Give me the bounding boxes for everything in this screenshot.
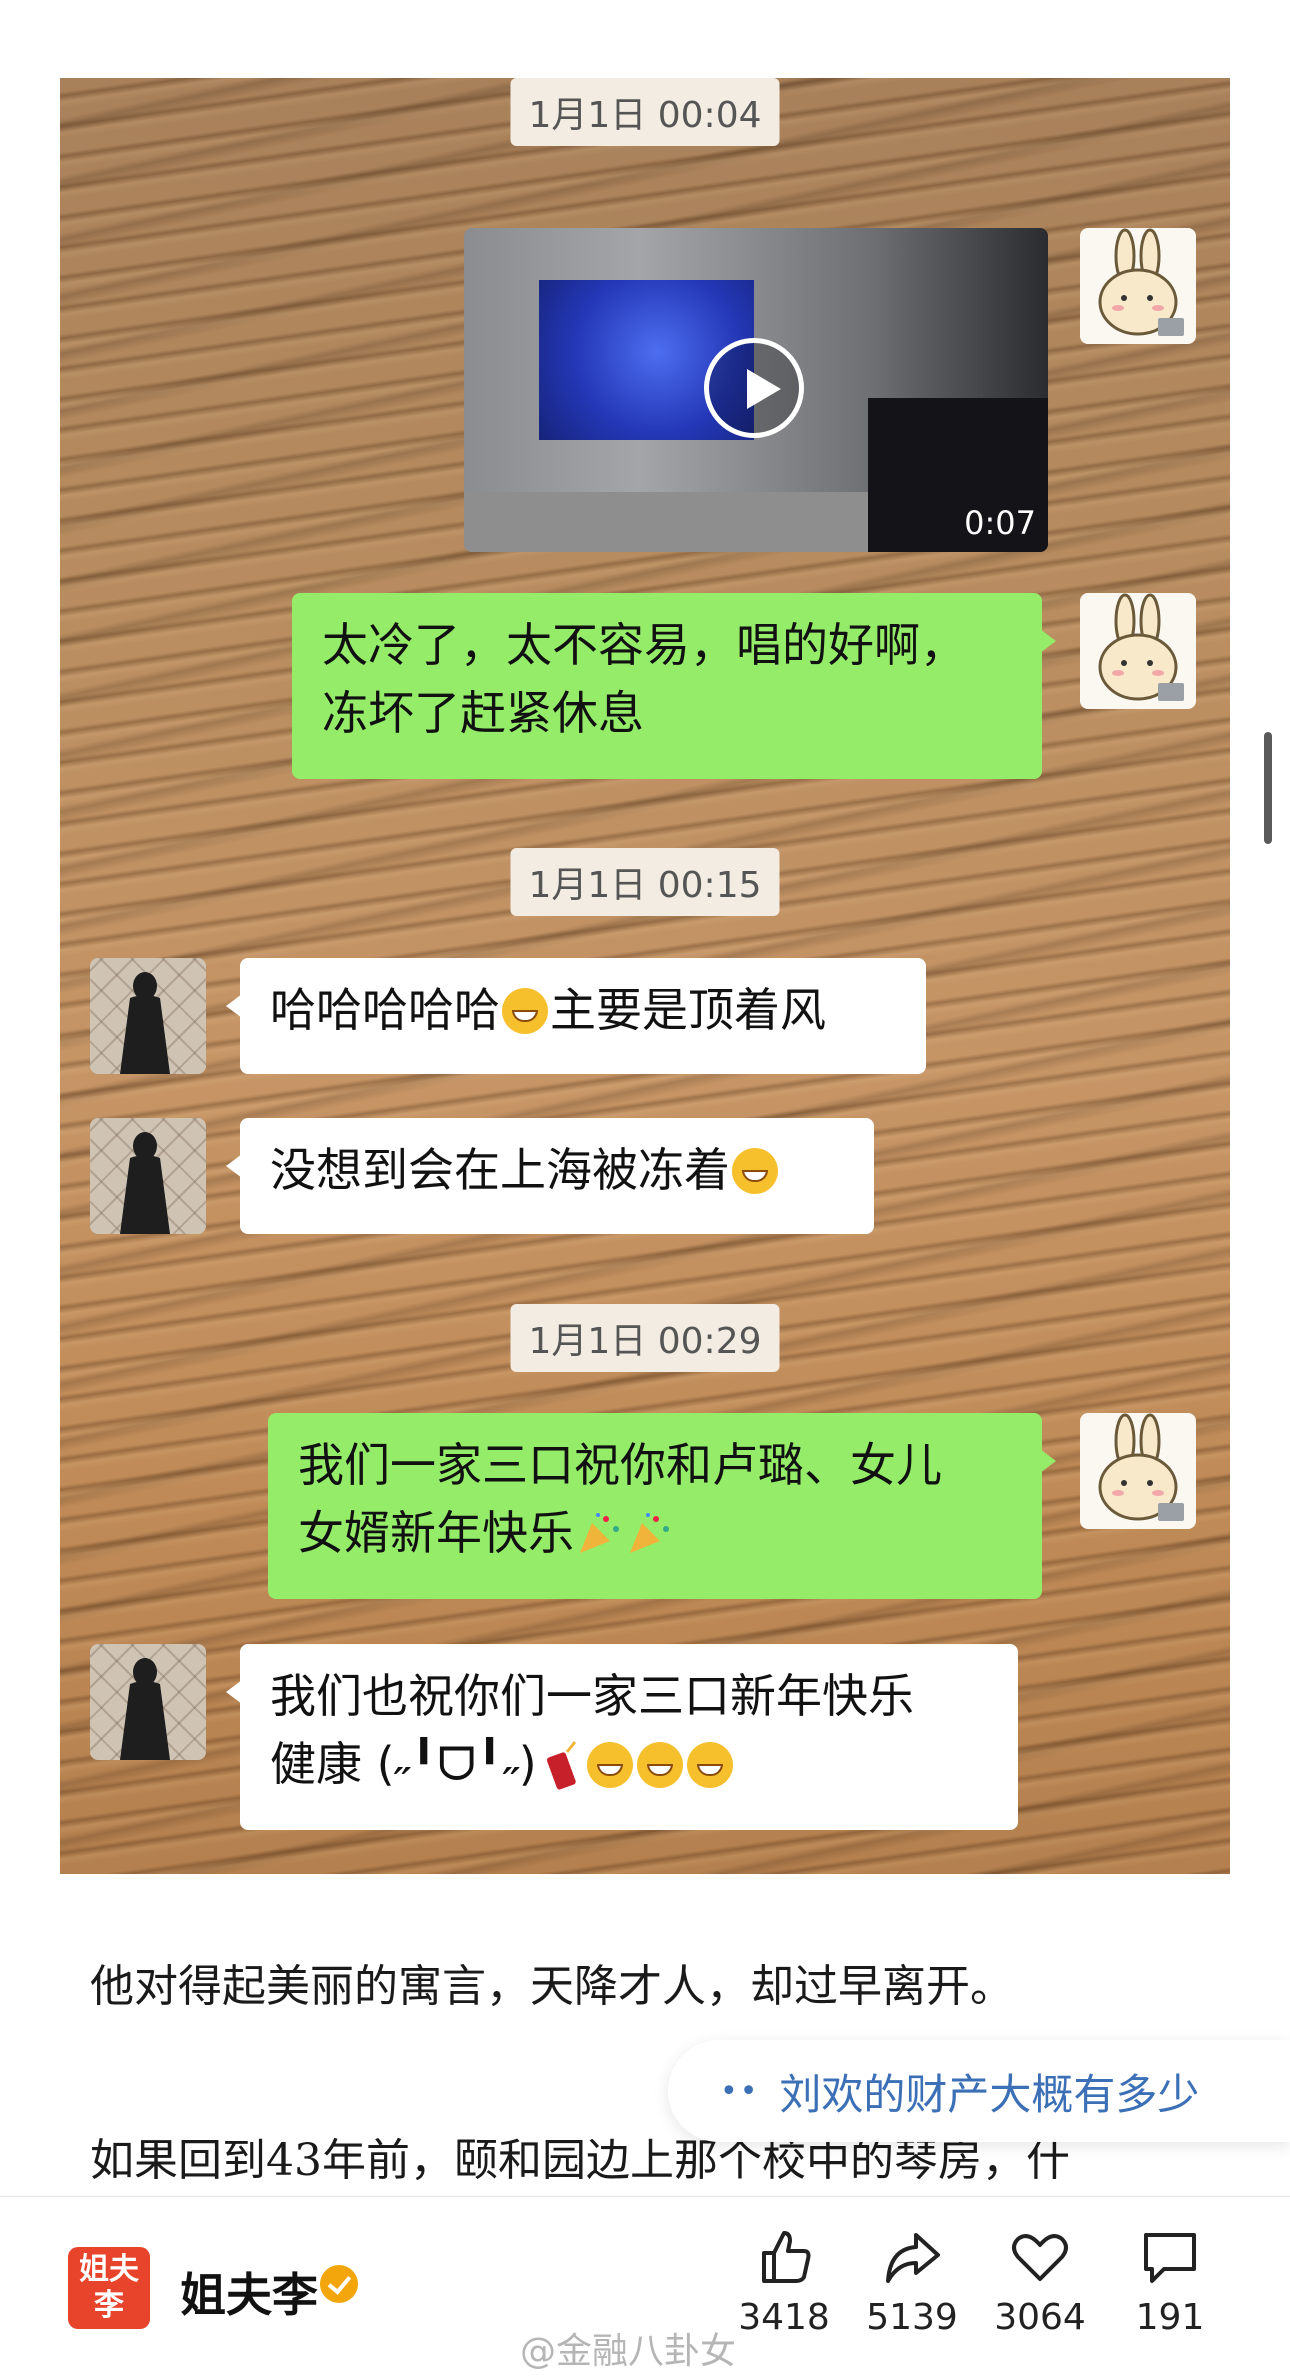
thumbs-up-icon (762, 2231, 811, 2283)
grinning-emoji-icon (586, 1742, 633, 1788)
rabbit-avatar-icon (1098, 593, 1184, 701)
message-line: 健康 (˶╹ᗜ╹˶) (270, 1737, 537, 1791)
avatar-shadow[interactable] (90, 1118, 206, 1234)
comment-count: 191 (1135, 2297, 1205, 2338)
related-search-text: 刘欢的财产大概有多少 (779, 2069, 1200, 2119)
chat-bubble-outgoing[interactable]: 我们一家三口祝你和卢璐、女儿 女婿新年快乐 (268, 1413, 1056, 1599)
crying-emoji-icon (732, 1148, 778, 1194)
play-icon[interactable] (704, 338, 804, 438)
avatar-shadow[interactable] (90, 1644, 206, 1760)
chat-bubble-incoming[interactable]: 哈哈哈哈哈 主要是顶着风 (226, 958, 926, 1074)
article-paragraph: 他对得起美丽的寓言，天降才人，却过早离开。 (90, 1961, 1014, 2012)
watermark: @金融八卦女 (520, 2331, 737, 2372)
chat-timestamp: 1月1日 00:15 (510, 848, 780, 916)
chat-screenshot-image: 1月1日 00:04 0:07 太冷了，太不容易，唱的好啊， 冻坏了赶紧休息 1… (60, 78, 1230, 1874)
comment-bubble-icon (1144, 2233, 1196, 2283)
chat-bubble-outgoing[interactable]: 太冷了，太不容易，唱的好啊， 冻坏了赶紧休息 (292, 593, 1056, 779)
avatar-shadow[interactable] (90, 958, 206, 1074)
avatar-rabbit[interactable] (1080, 1413, 1196, 1529)
suggestion-dots-icon: •• (720, 2073, 760, 2109)
video-duration: 0:07 (964, 504, 1036, 542)
avatar-rabbit[interactable] (1080, 593, 1196, 709)
author-logo[interactable]: 姐夫李 (68, 2247, 150, 2329)
scrollbar[interactable] (1264, 732, 1272, 844)
share-count: 5139 (866, 2297, 958, 2338)
grinning-emoji-icon (636, 1742, 683, 1788)
message-text: 哈哈哈哈哈 (270, 983, 500, 1037)
verified-badge-icon (320, 2265, 358, 2303)
message-line: 我们也祝你们一家三口新年快乐 (270, 1669, 914, 1723)
video-thumbnail-floor (464, 492, 884, 552)
author-name[interactable]: 姐夫李 (180, 2259, 318, 2325)
related-search-chip[interactable]: •• 刘欢的财产大概有多少 (668, 2040, 1290, 2142)
like-count: 3418 (738, 2297, 830, 2338)
party-popper-icon (580, 1513, 619, 1553)
chat-bubble-incoming[interactable]: 我们也祝你们一家三口新年快乐 健康 (˶╹ᗜ╹˶) (226, 1644, 1018, 1830)
firecracker-icon (546, 1741, 576, 1790)
favorite-button[interactable]: 3064 (980, 2227, 1100, 2338)
video-message[interactable]: 0:07 (464, 228, 1048, 552)
message-line: 冻坏了赶紧休息 (322, 686, 644, 740)
message-line: 太冷了，太不容易，唱的好啊， (322, 618, 966, 672)
grinning-emoji-icon (686, 1742, 733, 1788)
party-popper-icon (630, 1513, 669, 1553)
shadow-avatar-icon (120, 1132, 170, 1234)
message-text: 没想到会在上海被冻着 (270, 1143, 730, 1197)
comment-button[interactable]: 191 (1110, 2227, 1230, 2338)
favorite-count: 3064 (994, 2297, 1086, 2338)
laughing-crying-emoji-icon (502, 988, 548, 1034)
message-line: 我们一家三口祝你和卢璐、女儿 (298, 1438, 942, 1492)
shadow-avatar-icon (120, 1658, 170, 1760)
rabbit-avatar-icon (1098, 228, 1184, 336)
like-button[interactable]: 3418 (724, 2227, 844, 2338)
chat-timestamp: 1月1日 00:04 (510, 78, 780, 146)
share-button[interactable]: 5139 (852, 2227, 972, 2338)
rabbit-avatar-icon (1098, 1413, 1184, 1521)
chat-timestamp: 1月1日 00:29 (510, 1304, 780, 1372)
chat-bubble-incoming[interactable]: 没想到会在上海被冻着 (226, 1118, 874, 1234)
avatar-rabbit[interactable] (1080, 228, 1196, 344)
shadow-avatar-icon (120, 972, 170, 1074)
heart-icon (1012, 2234, 1068, 2281)
message-line: 女婿新年快乐 (298, 1506, 574, 1560)
share-arrow-icon (886, 2233, 940, 2283)
message-text: 主要是顶着风 (550, 983, 826, 1037)
